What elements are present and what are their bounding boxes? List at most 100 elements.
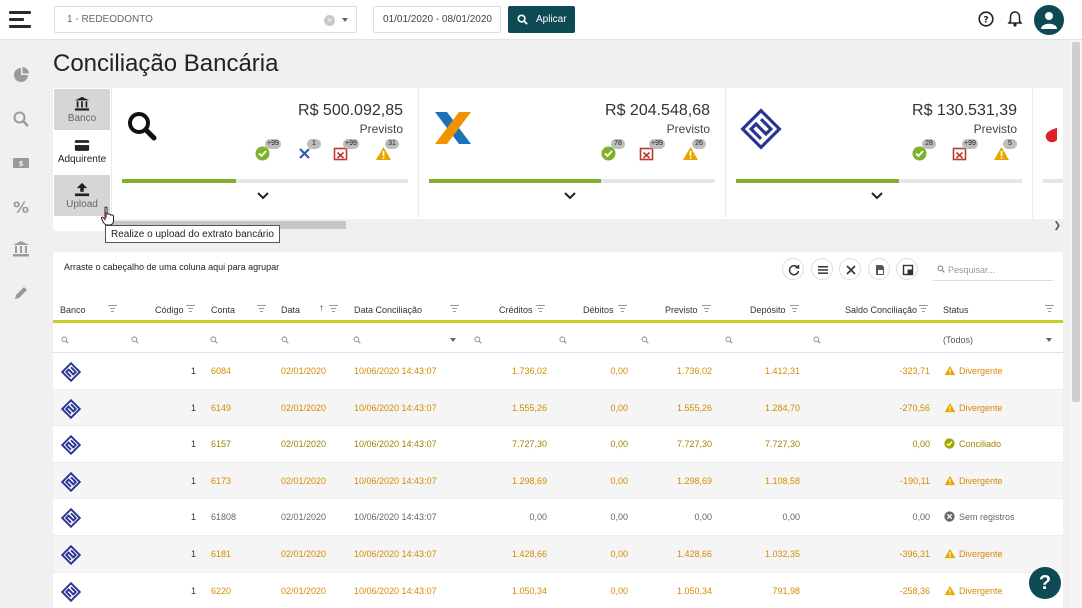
- column-header-deposito[interactable]: Depósito: [750, 305, 786, 315]
- column-header-data-conciliacao[interactable]: Data Conciliação: [354, 305, 422, 315]
- export-pdf-button[interactable]: [868, 258, 890, 280]
- cell-previsto: 1.736,02: [676, 366, 712, 376]
- bank-card[interactable]: R$ 204.548,68 Previsto 78 +99 26: [418, 88, 722, 218]
- table-row[interactable]: 1 6157 02/01/2020 10/06/2020 14:43:07 7.727,…: [53, 426, 1063, 463]
- conciliated-indicator[interactable]: +99: [255, 139, 281, 162]
- search-icon[interactable]: [725, 336, 733, 344]
- divergent-indicator[interactable]: 31: [375, 139, 401, 162]
- bell-icon[interactable]: [1007, 10, 1023, 28]
- scroll-thumb[interactable]: [1072, 42, 1080, 402]
- column-chooser-button[interactable]: [811, 258, 833, 280]
- cancel-circle-icon: [944, 511, 955, 523]
- table-row[interactable]: 1 6149 02/01/2020 10/06/2020 14:43:07 1.555,…: [53, 389, 1063, 427]
- conciliated-indicator[interactable]: 28: [912, 139, 938, 162]
- column-header-debitos[interactable]: Débitos: [583, 305, 614, 315]
- search-icon[interactable]: [353, 336, 361, 344]
- clear-icon[interactable]: ×: [324, 15, 335, 26]
- table-row[interactable]: 1 6173 02/01/2020 10/06/2020 14:43:07 1.298,…: [53, 462, 1063, 500]
- missing-indicator[interactable]: +99: [333, 139, 359, 162]
- money-icon[interactable]: $: [12, 154, 30, 172]
- bank-icon[interactable]: [12, 240, 30, 258]
- filter-icon[interactable]: [618, 305, 627, 312]
- company-select[interactable]: 1 - REDEODONTO ×: [54, 6, 357, 33]
- filter-icon[interactable]: [108, 305, 117, 312]
- search-icon: [937, 265, 945, 273]
- column-header-banco[interactable]: Banco: [60, 305, 86, 315]
- chevron-down-icon[interactable]: [450, 338, 456, 342]
- export-excel-button[interactable]: [896, 258, 918, 280]
- filter-icon[interactable]: [790, 305, 799, 312]
- search-icon[interactable]: [61, 336, 69, 344]
- search-icon[interactable]: [131, 336, 139, 344]
- date-range-field[interactable]: 01/01/2020 - 08/01/2020: [373, 6, 501, 33]
- chevron-down-icon[interactable]: [871, 192, 883, 200]
- table-row[interactable]: 1 61808 02/01/2020 10/06/2020 14:43:07 0,00 0…: [53, 499, 1063, 536]
- search-icon[interactable]: [281, 336, 289, 344]
- status-label: Conciliado: [959, 439, 1002, 450]
- filter-icon[interactable]: [329, 305, 338, 312]
- status-filter-select[interactable]: (Todos): [943, 335, 973, 345]
- column-header-data[interactable]: Data: [281, 305, 300, 315]
- table-row[interactable]: 1 6181 02/01/2020 10/06/2020 14:43:07 1.428,…: [53, 535, 1063, 573]
- search-icon[interactable]: [12, 110, 30, 128]
- cell-debitos: 0,00: [610, 475, 628, 486]
- search-icon[interactable]: [641, 336, 649, 344]
- bank-card[interactable]: R$ 130.531,39 Previsto 28 +99 5: [725, 88, 1029, 218]
- menu-icon[interactable]: [9, 11, 31, 29]
- table-row[interactable]: 1 6220 02/01/2020 10/06/2020 14:43:07 1.050,…: [53, 573, 1063, 608]
- column-header-conta[interactable]: Conta: [211, 305, 235, 315]
- refresh-button[interactable]: [782, 258, 804, 280]
- chevron-down-icon[interactable]: [342, 18, 348, 22]
- chevron-right-icon[interactable]: ❯: [1053, 220, 1061, 231]
- bank-card[interactable]: R$ 500.092,85 Previsto +99 1 +99 31: [111, 88, 415, 218]
- tab-banco[interactable]: Banco: [54, 89, 110, 130]
- filter-icon[interactable]: [1045, 305, 1054, 312]
- table-row[interactable]: 1 6084 02/01/2020 10/06/2020 14:43:07 1.736,…: [53, 353, 1063, 390]
- filter-icon[interactable]: [919, 305, 928, 312]
- cell-deposito: 0,00: [782, 512, 800, 523]
- grid-search[interactable]: Pesquisar...: [933, 257, 1053, 281]
- filter-icon[interactable]: [450, 305, 459, 312]
- cell-data: 02/01/2020: [281, 548, 327, 559]
- user-avatar[interactable]: [1034, 5, 1064, 35]
- chevron-down-icon[interactable]: [257, 192, 269, 200]
- help-fab-button[interactable]: ?: [1029, 567, 1061, 599]
- missing-indicator[interactable]: +99: [639, 139, 665, 162]
- chevron-down-icon[interactable]: [564, 192, 576, 200]
- badge-count: +99: [649, 139, 665, 149]
- status-label: Divergente: [959, 585, 1003, 596]
- search-icon[interactable]: [813, 336, 821, 344]
- search-icon[interactable]: [210, 336, 218, 344]
- missing-indicator[interactable]: +99: [952, 139, 978, 162]
- vertical-scrollbar[interactable]: [1070, 40, 1082, 608]
- column-header-previsto[interactable]: Previsto: [665, 305, 698, 315]
- source-tabs: Banco Adquirente Upload: [53, 88, 111, 218]
- divergent-indicator[interactable]: 5: [993, 139, 1019, 162]
- status-label: Divergente: [959, 475, 1003, 486]
- chevron-down-icon[interactable]: [1046, 338, 1052, 342]
- clear-filters-button[interactable]: [839, 258, 861, 280]
- pencil-icon[interactable]: [12, 284, 30, 302]
- bank-card-partial[interactable]: [1032, 88, 1063, 218]
- tab-adquirente[interactable]: Adquirente: [54, 132, 110, 173]
- filter-icon[interactable]: [257, 305, 266, 312]
- status-label: Divergente: [959, 366, 1003, 376]
- help-icon[interactable]: ?: [978, 11, 994, 27]
- search-icon[interactable]: [559, 336, 567, 344]
- column-header-status[interactable]: Status: [943, 305, 969, 315]
- column-header-creditos[interactable]: Créditos: [499, 305, 533, 315]
- filter-icon[interactable]: [536, 305, 545, 312]
- sort-ascending-icon[interactable]: ↑: [319, 303, 324, 314]
- column-header-codigo[interactable]: Código: [155, 305, 184, 315]
- apply-button[interactable]: Aplicar: [508, 6, 575, 33]
- filter-icon[interactable]: [186, 305, 195, 312]
- filter-icon[interactable]: [702, 305, 711, 312]
- divergent-indicator[interactable]: 26: [682, 139, 708, 162]
- search-icon[interactable]: [474, 336, 482, 344]
- reconciliation-grid: Arraste o cabeçalho de uma coluna aqui p…: [53, 252, 1063, 608]
- column-header-saldo-conciliacao[interactable]: Saldo Conciliação: [845, 305, 917, 315]
- percent-icon[interactable]: %: [12, 198, 30, 216]
- disconnected-indicator[interactable]: 1: [297, 139, 323, 162]
- conciliated-indicator[interactable]: 78: [601, 139, 627, 162]
- chart-pie-icon[interactable]: [12, 66, 30, 84]
